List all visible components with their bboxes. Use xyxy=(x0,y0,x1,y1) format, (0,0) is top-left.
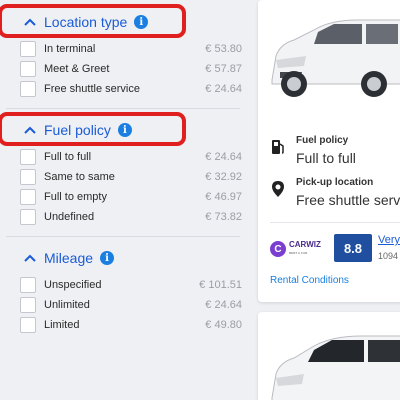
carwiz-logo-icon: C xyxy=(270,241,286,257)
option-price: € 46.97 xyxy=(205,191,242,203)
filter-header-fuel-policy[interactable]: Fuel policy i xyxy=(0,118,132,142)
car-image xyxy=(271,19,400,97)
supplier-name: CARWIZ RENT A CAR xyxy=(289,240,321,256)
filter-option-unlimited[interactable]: Unlimited € 24.64 xyxy=(20,296,242,314)
card-divider xyxy=(270,222,400,223)
option-price: € 24.64 xyxy=(205,151,242,163)
filter-option-unspecified[interactable]: Unspecified € 101.51 xyxy=(20,276,242,294)
checkbox[interactable] xyxy=(20,169,36,185)
option-label: Meet & Greet xyxy=(44,63,110,75)
filter-option-undefined[interactable]: Undefined € 73.82 xyxy=(20,208,242,226)
option-label: Full to empty xyxy=(44,191,107,203)
rating-count: 1094 xyxy=(378,251,399,261)
checkbox[interactable] xyxy=(20,61,36,77)
option-label: Limited xyxy=(44,319,80,331)
fuel-policy-value: Full to full xyxy=(296,150,356,166)
filter-title: Location type xyxy=(44,14,128,30)
pickup-location-value: Free shuttle servic xyxy=(296,192,400,208)
pickup-location-label: Pick-up location xyxy=(296,177,374,188)
section-divider xyxy=(6,236,240,237)
option-price: € 73.82 xyxy=(205,211,242,223)
option-label: Unspecified xyxy=(44,279,102,291)
sidebar-gutter xyxy=(248,0,258,400)
checkbox[interactable] xyxy=(20,149,36,165)
fuel-policy-label: Fuel policy xyxy=(296,135,349,146)
filter-option-free-shuttle[interactable]: Free shuttle service € 24.64 xyxy=(20,80,242,98)
supplier-logo: C CARWIZ RENT A CAR xyxy=(270,240,322,258)
car-image xyxy=(271,335,400,400)
location-pin-icon xyxy=(272,181,284,197)
info-icon[interactable]: i xyxy=(100,251,115,265)
option-label: Undefined xyxy=(44,211,95,223)
option-label: Unlimited xyxy=(44,299,90,311)
filters-sidebar: Location type i In terminal € 53.80 Meet… xyxy=(0,0,248,400)
filter-option-in-terminal[interactable]: In terminal € 53.80 xyxy=(20,40,242,58)
rating-score-badge: 8.8 xyxy=(334,234,372,262)
option-price: € 101.51 xyxy=(199,279,242,291)
checkbox[interactable] xyxy=(20,277,36,293)
checkbox[interactable] xyxy=(20,317,36,333)
filter-option-meet-greet[interactable]: Meet & Greet € 57.87 xyxy=(20,60,242,78)
checkbox[interactable] xyxy=(20,41,36,57)
section-divider xyxy=(6,108,240,109)
rental-conditions-link[interactable]: Rental Conditions xyxy=(270,275,349,286)
info-icon[interactable]: i xyxy=(134,15,149,29)
checkbox[interactable] xyxy=(20,209,36,225)
checkbox[interactable] xyxy=(20,189,36,205)
option-price: € 32.92 xyxy=(205,171,242,183)
option-price: € 57.87 xyxy=(205,63,242,75)
filter-option-full-to-full[interactable]: Full to full € 24.64 xyxy=(20,148,242,166)
info-icon[interactable]: i xyxy=(117,123,132,137)
checkbox[interactable] xyxy=(20,81,36,97)
option-price: € 53.80 xyxy=(205,43,242,55)
option-price: € 49.80 xyxy=(205,319,242,331)
chevron-up-icon xyxy=(24,254,36,262)
chevron-up-icon xyxy=(24,126,36,134)
filter-option-limited[interactable]: Limited € 49.80 xyxy=(20,316,242,334)
filter-option-same-to-same[interactable]: Same to same € 32.92 xyxy=(20,168,242,186)
option-price: € 24.64 xyxy=(205,299,242,311)
chevron-up-icon xyxy=(24,18,36,26)
option-label: In terminal xyxy=(44,43,96,55)
fuel-pump-icon xyxy=(272,140,284,154)
checkbox[interactable] xyxy=(20,297,36,313)
option-label: Same to same xyxy=(44,171,115,183)
option-label: Free shuttle service xyxy=(44,83,140,95)
rating-label[interactable]: Very xyxy=(378,234,400,246)
option-price: € 24.64 xyxy=(205,83,242,95)
filter-header-location-type[interactable]: Location type i xyxy=(0,10,149,34)
filter-title: Fuel policy xyxy=(44,122,111,138)
result-card[interactable] xyxy=(258,312,400,400)
result-card[interactable]: Fuel policy Full to full Pick-up locatio… xyxy=(258,0,400,302)
filter-option-full-to-empty[interactable]: Full to empty € 46.97 xyxy=(20,188,242,206)
filter-title: Mileage xyxy=(44,250,94,266)
filter-header-mileage[interactable]: Mileage i xyxy=(0,246,115,270)
option-label: Full to full xyxy=(44,151,92,163)
